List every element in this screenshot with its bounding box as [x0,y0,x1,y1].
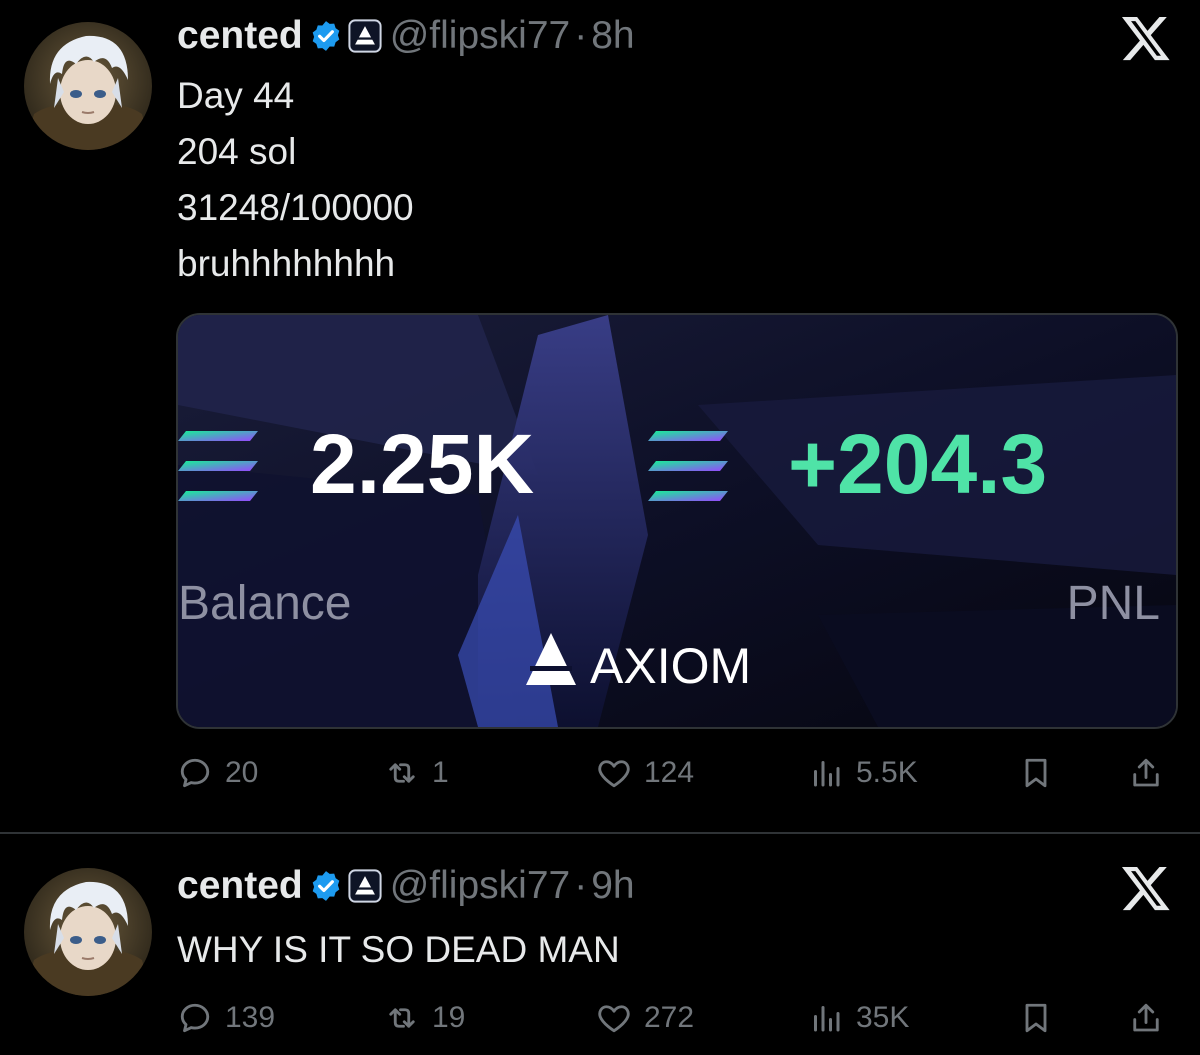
share-button[interactable] [1128,745,1164,801]
pnl-label: PNL [1067,577,1160,630]
bookmark-icon [1025,758,1047,788]
verified-badge-icon[interactable] [309,869,343,903]
bookmark-button[interactable] [1018,990,1054,1046]
tweet-header: cented @flipski77 · 9h [177,864,635,908]
timestamp[interactable]: 9h [591,864,634,908]
pnl-card: 2.25K +204.3 Balance PNL AXIOM [178,315,1176,727]
handle[interactable]: @flipski77 [390,864,571,908]
views-button[interactable]: 35K [808,990,909,1046]
display-name[interactable]: cented [177,14,303,58]
repost-count: 1 [432,756,449,789]
avatar[interactable] [24,868,152,996]
share-icon [1133,758,1159,787]
like-button[interactable]: 272 [596,990,694,1046]
tweet-actions: 139 19 272 35K [0,990,1200,1046]
verified-badge-icon[interactable] [309,19,343,53]
reply-count: 20 [225,756,259,789]
display-name[interactable]: cented [177,864,303,908]
bookmark-button[interactable] [1018,745,1054,801]
bookmark-icon [1025,1003,1047,1033]
tweet-text: WHY IS IT SO DEAD MAN [177,922,620,978]
pnl-value: +204.3 [788,417,1047,511]
repost-button[interactable]: 1 [384,745,449,801]
like-count: 272 [644,1001,695,1034]
views-count: 5.5K [856,756,918,789]
axiom-wordmark: AXIOM [590,638,751,694]
tweet-line: Day 44 [177,75,295,116]
tweet-line: WHY IS IT SO DEAD MAN [177,929,620,970]
repost-button[interactable]: 19 [384,990,465,1046]
balance-label: Balance [178,577,351,630]
views-icon [814,1006,840,1032]
share-icon [1133,1003,1159,1032]
heart-icon [598,760,630,788]
x-logo-icon[interactable] [1120,12,1172,64]
reply-icon [180,758,210,788]
separator-dot: · [574,864,588,907]
tweet-header: cented @flipski77 · 8h [177,14,635,58]
timestamp[interactable]: 8h [591,14,634,58]
repost-icon [389,1008,415,1028]
tweet-actions: 20 1 124 5.5K [0,745,1200,801]
reply-button[interactable]: 139 [177,990,275,1046]
affiliate-badge-icon[interactable] [348,869,382,903]
tweet-line: 31248/100000 [177,187,414,228]
views-count: 35K [856,1001,910,1034]
views-icon [814,761,840,787]
handle[interactable]: @flipski77 [390,14,571,58]
reply-count: 139 [225,1001,276,1034]
share-button[interactable] [1128,990,1164,1046]
heart-icon [598,1005,630,1033]
tweet[interactable]: cented @flipski77 · 8h Day 44 204 sol 31… [0,0,1200,832]
reply-button[interactable]: 20 [177,745,258,801]
reply-icon [180,1003,210,1033]
tweet-line: bruhhhhhhhh [177,243,396,284]
affiliate-badge-icon[interactable] [348,19,382,53]
x-logo-icon[interactable] [1120,862,1172,914]
like-button[interactable]: 124 [596,745,694,801]
repost-count: 19 [432,1001,466,1034]
tweet-line: 204 sol [177,131,297,172]
balance-value: 2.25K [310,417,534,511]
tweet-text: Day 44 204 sol 31248/100000 bruhhhhhhhh [177,68,414,292]
like-count: 124 [644,756,695,789]
media-image[interactable]: 2.25K +204.3 Balance PNL AXIOM [176,313,1178,729]
avatar[interactable] [24,22,152,150]
views-button[interactable]: 5.5K [808,745,918,801]
separator-dot: · [574,14,588,57]
repost-icon [389,763,415,783]
